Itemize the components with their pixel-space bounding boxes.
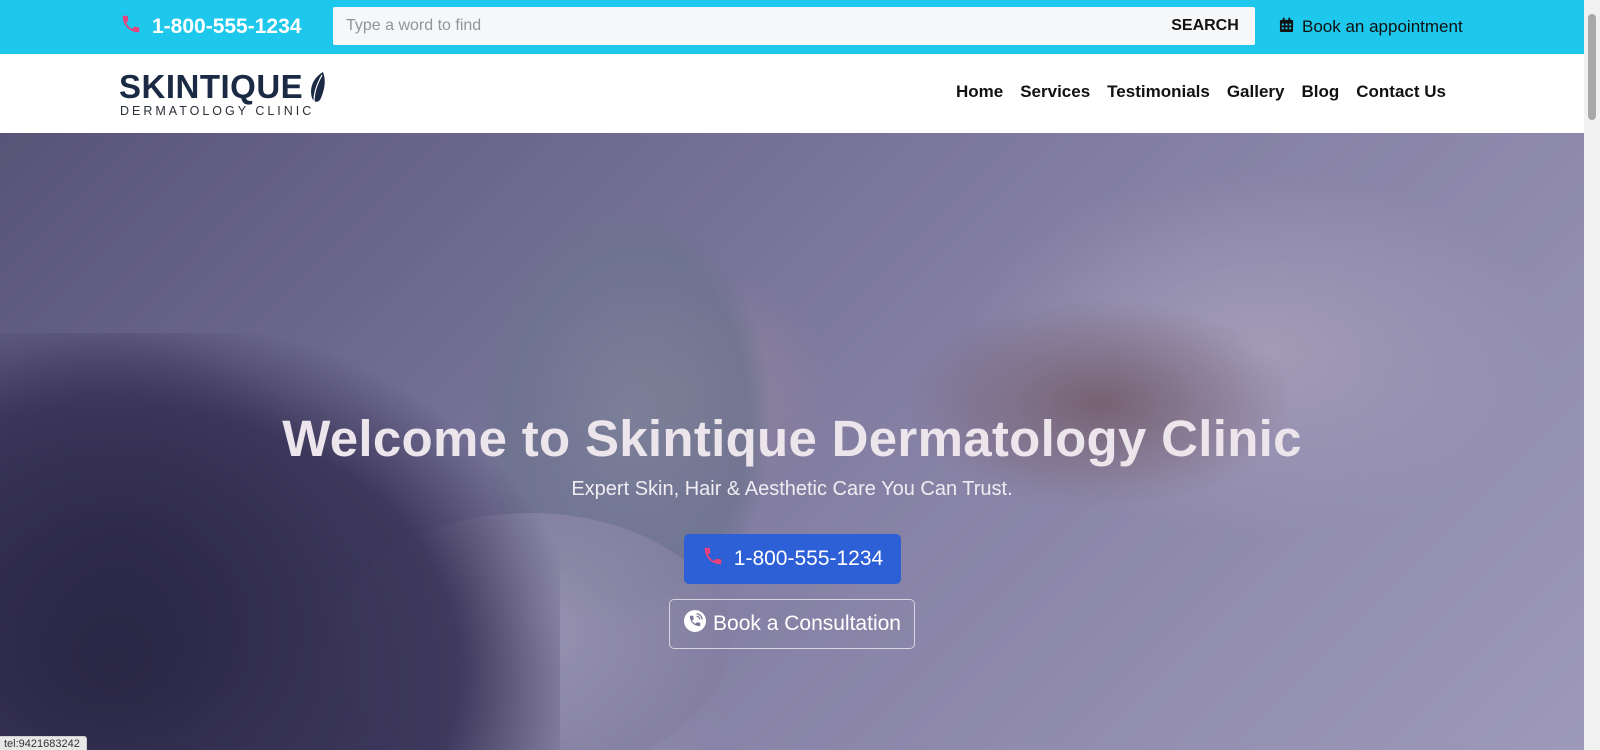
scrollbar-thumb[interactable] <box>1588 14 1596 120</box>
nav-gallery[interactable]: Gallery <box>1227 82 1285 102</box>
hero-subtitle: Expert Skin, Hair & Aesthetic Care You C… <box>571 478 1013 500</box>
search-box: SEARCH <box>333 7 1255 45</box>
calendar-icon <box>1279 17 1294 38</box>
status-bar-url: tel:9421683242 <box>0 736 87 750</box>
book-consultation-button[interactable]: Book a Consultation <box>669 599 915 649</box>
logo[interactable]: SKINTIQUE DERMATOLOGY CLINIC <box>119 68 334 120</box>
search-button[interactable]: SEARCH <box>1155 7 1255 45</box>
leaf-icon <box>307 70 329 104</box>
nav-blog[interactable]: Blog <box>1301 82 1339 102</box>
page-scrollbar[interactable] <box>1584 0 1600 750</box>
logo-main-text: SKINTIQUE <box>119 68 304 105</box>
top-bar: 1-800-555-1234 SEARCH Book an appointmen… <box>0 0 1584 54</box>
book-appointment-link[interactable]: Book an appointment <box>1279 15 1463 39</box>
nav-testimonials[interactable]: Testimonials <box>1107 82 1210 102</box>
book-appointment-label: Book an appointment <box>1302 17 1463 36</box>
hero-section: Welcome to Skintique Dermatology Clinic … <box>0 133 1584 750</box>
nav-contact-us[interactable]: Contact Us <box>1356 82 1446 102</box>
top-phone-number: 1-800-555-1234 <box>152 15 302 38</box>
site-header: SKINTIQUE DERMATOLOGY CLINIC Home Servic… <box>0 54 1584 133</box>
nav-services[interactable]: Services <box>1020 82 1090 102</box>
phone-icon <box>702 545 724 573</box>
hero-content: Welcome to Skintique Dermatology Clinic … <box>0 133 1584 750</box>
book-consultation-label: Book a Consultation <box>713 612 901 635</box>
phone-icon <box>120 13 142 41</box>
nav-home[interactable]: Home <box>956 82 1003 102</box>
main-nav: Home Services Testimonials Gallery Blog … <box>956 82 1446 102</box>
hero-phone-button[interactable]: 1-800-555-1234 <box>684 534 901 584</box>
phone-volume-icon <box>683 609 707 639</box>
logo-subtitle: DERMATOLOGY CLINIC <box>120 104 315 118</box>
hero-phone-label: 1-800-555-1234 <box>733 547 884 570</box>
top-phone-link[interactable]: 1-800-555-1234 <box>120 13 301 41</box>
hero-title: Welcome to Skintique Dermatology Clinic <box>282 410 1302 467</box>
search-input[interactable] <box>333 7 1155 45</box>
